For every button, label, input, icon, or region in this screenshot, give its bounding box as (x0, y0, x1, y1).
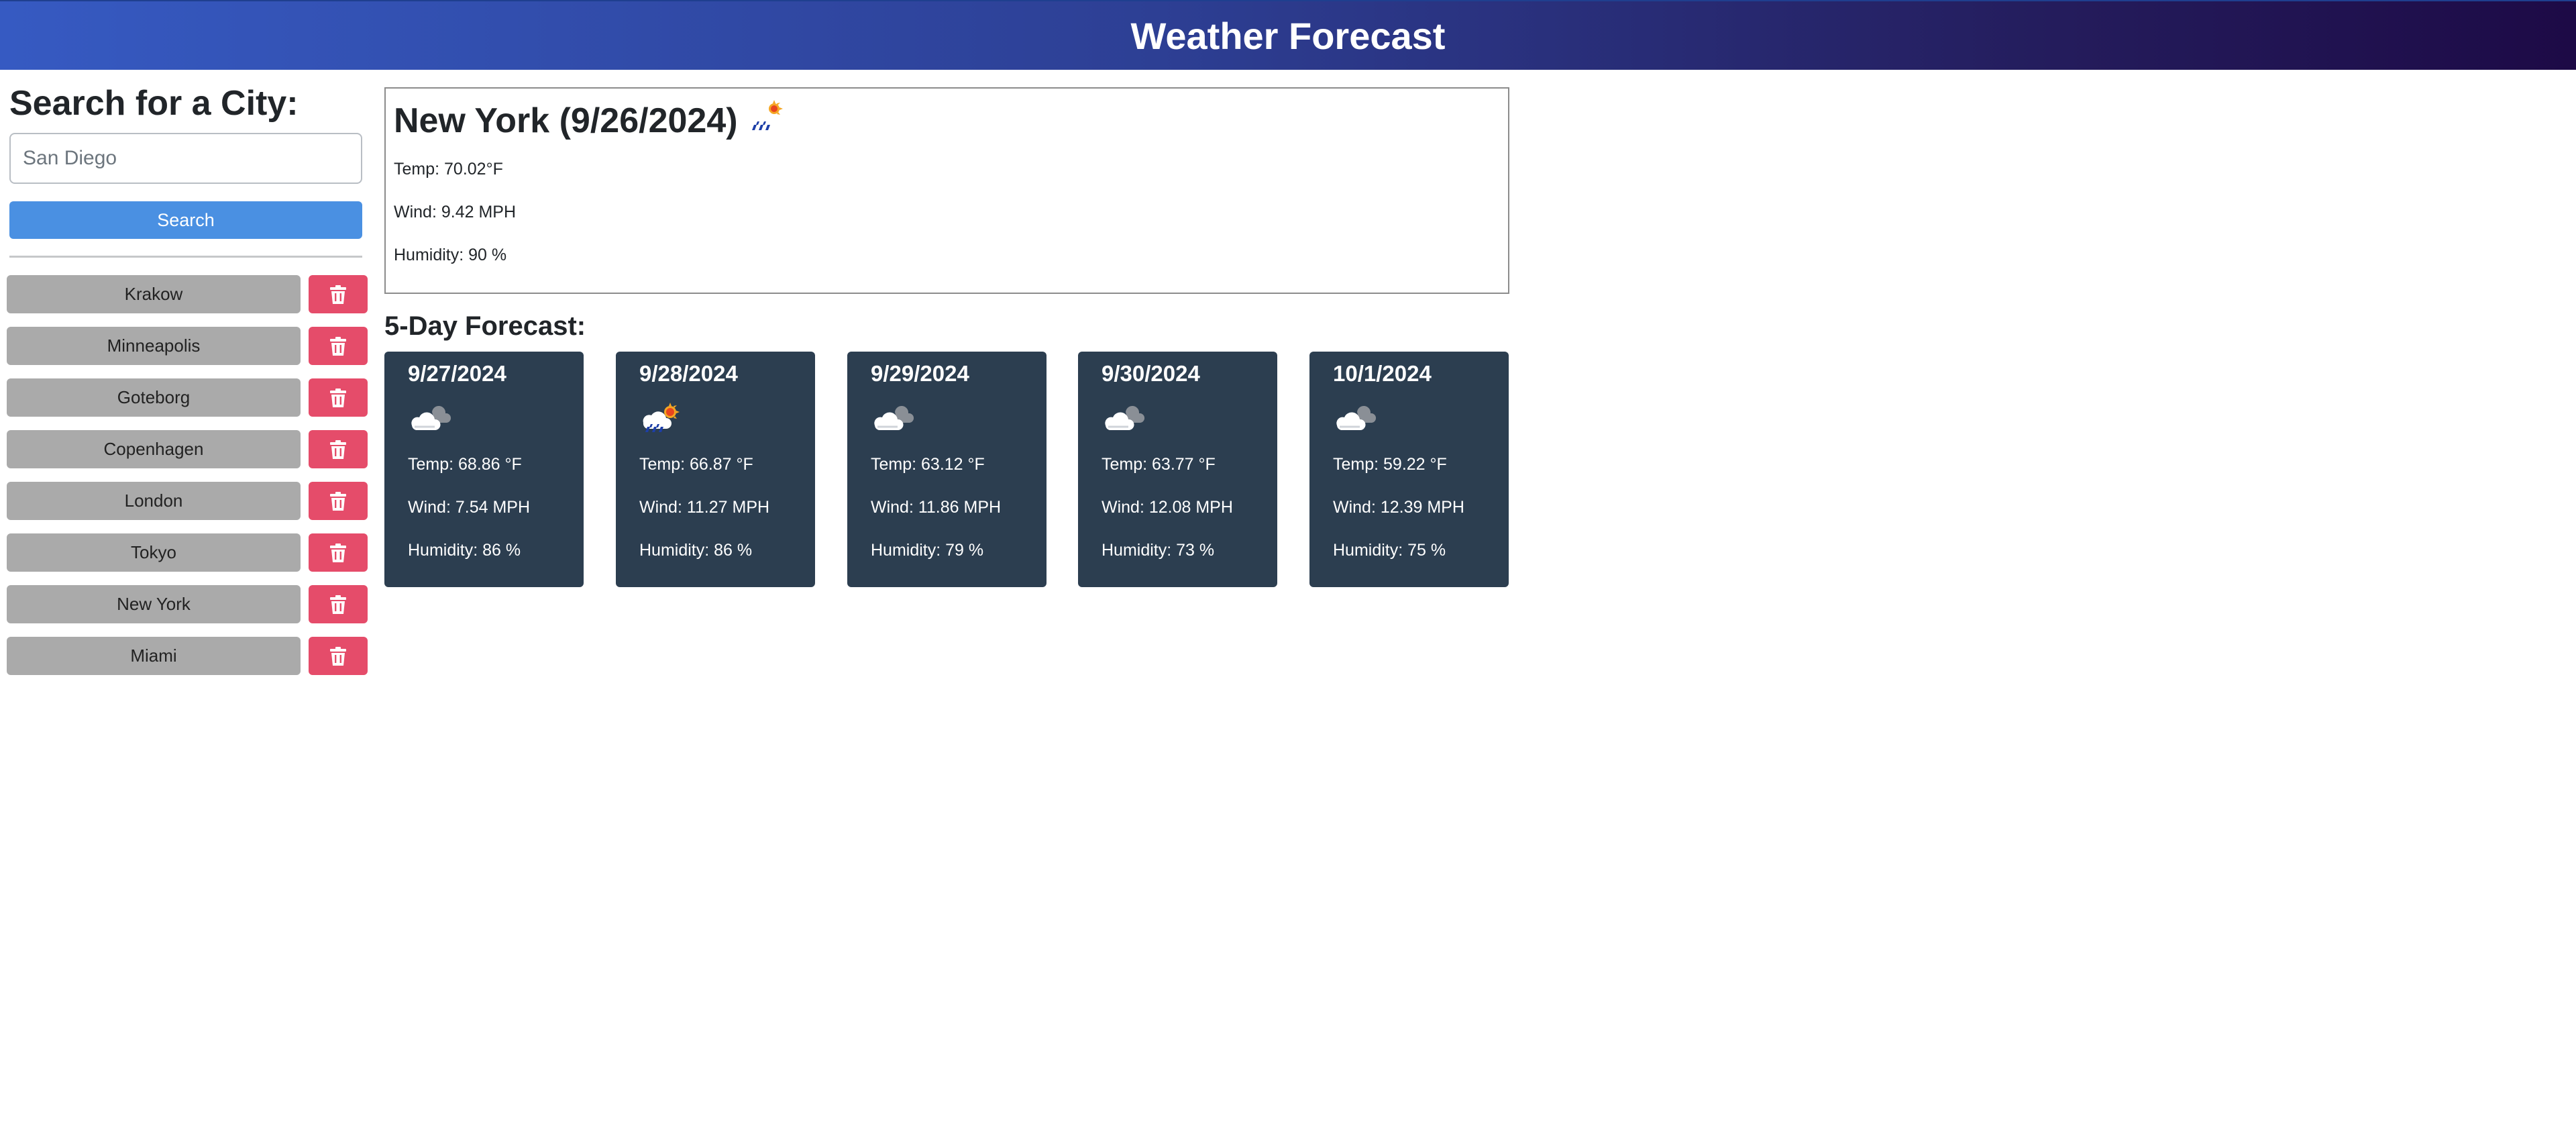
current-temp: Temp: 70.02°F (394, 160, 503, 178)
history-row-minneapolis: Minneapolis (7, 327, 369, 365)
history-row-london: London (7, 482, 369, 520)
forecast-temp: Temp: 59.22 °F (1333, 455, 1447, 474)
forecast-card: 10/1/2024 Temp: 59.22 °F Wind: 12.39 MPH… (1309, 352, 1509, 587)
delete-city-button[interactable] (309, 430, 368, 468)
cloud-icon (871, 401, 918, 435)
trash-icon (330, 388, 346, 407)
history-city-button[interactable]: New York (7, 585, 301, 623)
trash-icon (330, 440, 346, 459)
city-search-input[interactable] (9, 133, 362, 184)
history-row-new-york: New York (7, 585, 369, 623)
trash-icon (330, 646, 346, 666)
forecast-humidity: Humidity: 75 % (1333, 541, 1446, 560)
history-row-copenhagen: Copenhagen (7, 430, 369, 468)
delete-city-button[interactable] (309, 585, 368, 623)
delete-city-button[interactable] (309, 275, 368, 313)
forecast-date: 9/29/2024 (871, 361, 969, 386)
app-header: Weather Forecast (0, 0, 2576, 70)
history-city-button[interactable]: Miami (7, 637, 301, 675)
forecast-humidity: Humidity: 86 % (408, 541, 521, 560)
forecast-temp: Temp: 63.77 °F (1102, 455, 1216, 474)
trash-icon (330, 491, 346, 511)
trash-icon (330, 336, 346, 356)
forecast-humidity: Humidity: 73 % (1102, 541, 1215, 560)
history-city-button[interactable]: London (7, 482, 301, 520)
delete-city-button[interactable] (309, 378, 368, 417)
forecast-temp: Temp: 66.87 °F (639, 455, 753, 474)
forecast-card: 9/28/2024 Temp: 66.87 °F Wind: 11.27 MPH… (616, 352, 815, 587)
app-title: Weather Forecast (1130, 14, 1446, 57)
history-city-button[interactable]: Tokyo (7, 533, 301, 572)
history-row-krakow: Krakow (7, 275, 369, 313)
forecast-card: 9/27/2024 Temp: 68.86 °F Wind: 7.54 MPH … (384, 352, 584, 587)
forecast-wind: Wind: 7.54 MPH (408, 498, 531, 517)
current-weather-card: New York (9/26/2024) Temp: 70.02°F Wind:… (384, 87, 1509, 294)
search-button[interactable]: Search (9, 201, 362, 239)
history-row-goteborg: Goteborg (7, 378, 369, 417)
forecast-date: 9/28/2024 (639, 361, 738, 386)
current-title-row: New York (9/26/2024) (394, 99, 788, 142)
current-humidity: Humidity: 90 % (394, 246, 507, 264)
forecast-date: 9/30/2024 (1102, 361, 1200, 386)
cloud-icon (408, 401, 455, 435)
rain-sun-icon (639, 401, 686, 438)
forecast-card: 9/30/2024 Temp: 63.77 °F Wind: 12.08 MPH… (1078, 352, 1277, 587)
history-row-tokyo: Tokyo (7, 533, 369, 572)
trash-icon (330, 595, 346, 614)
history-row-miami: Miami (7, 637, 369, 675)
forecast-heading: 5-Day Forecast: (384, 311, 586, 341)
history-city-button[interactable]: Copenhagen (7, 430, 301, 468)
forecast-wind: Wind: 12.08 MPH (1102, 498, 1233, 517)
delete-city-button[interactable] (309, 327, 368, 365)
forecast-wind: Wind: 11.86 MPH (871, 498, 1002, 517)
forecast-wind: Wind: 11.27 MPH (639, 498, 770, 517)
history-city-button[interactable]: Minneapolis (7, 327, 301, 365)
forecast-wind: Wind: 12.39 MPH (1333, 498, 1464, 517)
cloud-icon (1333, 401, 1380, 435)
history-city-button[interactable]: Goteborg (7, 378, 301, 417)
forecast-humidity: Humidity: 79 % (871, 541, 984, 560)
delete-city-button[interactable] (309, 482, 368, 520)
trash-icon (330, 285, 346, 304)
sidebar-divider (9, 256, 362, 258)
delete-city-button[interactable] (309, 637, 368, 675)
forecast-humidity: Humidity: 86 % (639, 541, 753, 560)
forecast-temp: Temp: 63.12 °F (871, 455, 985, 474)
forecast-date: 10/1/2024 (1333, 361, 1432, 386)
rain-sun-icon (747, 99, 788, 142)
forecast-card: 9/29/2024 Temp: 63.12 °F Wind: 11.86 MPH… (847, 352, 1046, 587)
forecast-temp: Temp: 68.86 °F (408, 455, 522, 474)
history-city-button[interactable]: Krakow (7, 275, 301, 313)
trash-icon (330, 543, 346, 562)
forecast-date: 9/27/2024 (408, 361, 506, 386)
current-wind: Wind: 9.42 MPH (394, 203, 517, 221)
search-heading: Search for a City: (9, 84, 299, 123)
delete-city-button[interactable] (309, 533, 368, 572)
cloud-icon (1102, 401, 1148, 435)
current-city-date: New York (9/26/2024) (394, 101, 738, 140)
